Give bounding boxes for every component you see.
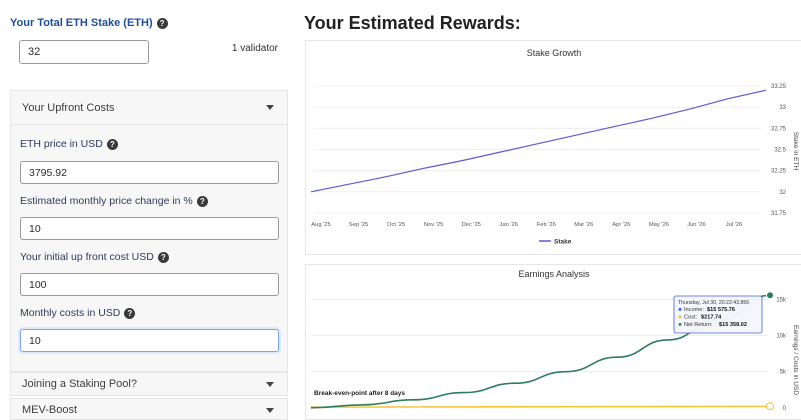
x-tick-label: Mar '26 (574, 222, 593, 228)
tooltip-row-value: $15 358.02 (719, 322, 747, 328)
x-tick-label: Nov '25 (424, 222, 443, 228)
upfront-costs-section: Your Upfront Costs ETH price in USD ? 37… (10, 90, 288, 372)
caret-down-icon (266, 105, 274, 110)
initial-cost-label: Your initial up front cost USD ? (20, 251, 169, 263)
y-axis-label: Earnings / Costs in USD (792, 325, 799, 395)
monthly-costs-label: Monthly costs in USD ? (20, 307, 136, 319)
help-icon[interactable]: ? (156, 17, 168, 29)
stake-growth-svg: Stake Growth 31.75 32 32.25 32.5 32.75 33 33.2… (310, 48, 799, 246)
eth-price-input[interactable]: 3795.92 (20, 161, 279, 184)
monthly-costs-label-text: Monthly costs in USD (20, 307, 121, 319)
mev-boost-section: MEV-Boost (10, 398, 288, 420)
tooltip-bullet (678, 315, 682, 319)
tooltip: Thursday, Jul 30, 20:22:43.856 Income: $1… (673, 295, 763, 334)
stake-series-line (310, 89, 767, 193)
help-icon[interactable]: ? (196, 195, 208, 207)
legend-label: Stake (554, 239, 572, 246)
joining-pool-title: Joining a Staking Pool? (22, 378, 137, 390)
monthly-costs-input[interactable]: 10 (20, 329, 279, 352)
y-tick-label: 15k (776, 297, 787, 303)
y-tick-label: 32.5 (774, 148, 786, 154)
monthly-change-input[interactable]: 10 (20, 217, 279, 240)
monthly-change-label: Estimated monthly price change in % ? (20, 195, 208, 207)
settings-panel: Your Total ETH Stake (ETH) ? 32 1 valida… (0, 0, 290, 420)
tooltip-row-value: $217.74 (701, 315, 722, 321)
x-tick-label: May '26 (649, 222, 669, 228)
help-icon[interactable]: ? (157, 251, 169, 263)
help-icon[interactable]: ? (106, 138, 118, 150)
initial-cost-input[interactable]: 100 (20, 273, 279, 296)
chart-title: Stake Growth (527, 48, 582, 58)
x-tick-label: Aug '25 (311, 222, 330, 228)
y-tick-label: 32.25 (771, 169, 787, 175)
monthly-change-label-text: Estimated monthly price change in % (20, 195, 193, 207)
x-tick-label: Feb '26 (537, 222, 556, 228)
y-tick-label: 0 (783, 406, 787, 412)
caret-down-icon (266, 407, 274, 413)
tooltip-row-label: Net Return: (684, 322, 713, 328)
y-tick-label: 10k (776, 334, 787, 340)
stake-label-text: Your Total ETH Stake (ETH) (10, 17, 153, 29)
joining-pool-header[interactable]: Joining a Staking Pool? (11, 373, 287, 395)
earnings-chart: Earnings Analysis 0 5k 10k 15k Break-even-p… (305, 264, 801, 420)
tooltip-row-label: Income: (684, 307, 704, 313)
cost-marker (766, 402, 774, 411)
earnings-svg: Earnings Analysis 0 5k 10k 15k Break-even-p… (310, 269, 799, 412)
tooltip-bullet (678, 322, 682, 326)
stake-growth-chart: Stake Growth 31.75 32 32.25 32.5 32.75 33 33.2… (305, 40, 801, 255)
stake-input[interactable]: 32 (19, 40, 149, 64)
income-marker (766, 291, 774, 300)
x-tick-label: Dec '25 (461, 222, 480, 228)
tooltip-date: Thursday, Jul 30, 20:22:43.856 (678, 300, 749, 306)
mev-boost-title: MEV-Boost (22, 404, 78, 416)
mev-boost-header[interactable]: MEV-Boost (11, 399, 287, 420)
tooltip-row-value: $15 575.76 (707, 307, 735, 313)
y-axis-label: Stake in ETH (792, 132, 799, 171)
cost-series-line (310, 405, 771, 408)
y-tick-label: 31.75 (771, 211, 787, 217)
stake-label: Your Total ETH Stake (ETH) ? (10, 17, 168, 29)
chart-title: Earnings Analysis (518, 269, 590, 279)
x-tick-label: Jan '26 (499, 222, 518, 228)
y-tick-label: 32 (779, 190, 786, 196)
tooltip-row-label: Cost: (684, 315, 698, 321)
y-tick-label: 5k (780, 370, 787, 376)
x-tick-label: Oct '25 (387, 222, 405, 228)
rewards-title: Your Estimated Rewards: (304, 13, 521, 33)
break-even-annotation: Break-even-point after 8 days (314, 390, 405, 397)
upfront-costs-header[interactable]: Your Upfront Costs (11, 91, 287, 125)
x-tick-label: Jul '26 (726, 222, 743, 228)
caret-down-icon (266, 381, 274, 387)
help-icon[interactable]: ? (124, 307, 136, 319)
y-tick-label: 32.75 (771, 126, 787, 132)
legend[interactable]: Stake (539, 239, 572, 246)
initial-cost-label-text: Your initial up front cost USD (20, 251, 154, 263)
x-tick-label: Jun '26 (687, 222, 706, 228)
y-tick-label: 33 (779, 105, 786, 111)
y-tick-label: 33.25 (771, 84, 787, 90)
tooltip-bullet (678, 307, 682, 311)
joining-pool-section: Joining a Staking Pool? (10, 372, 288, 396)
x-tick-label: Apr '26 (612, 222, 630, 228)
eth-price-label: ETH price in USD ? (20, 138, 118, 150)
validator-count: 1 validator (231, 43, 278, 54)
eth-price-label-text: ETH price in USD (20, 138, 103, 150)
x-tick-label: Sep '25 (349, 222, 368, 228)
upfront-costs-title: Your Upfront Costs (22, 101, 115, 114)
